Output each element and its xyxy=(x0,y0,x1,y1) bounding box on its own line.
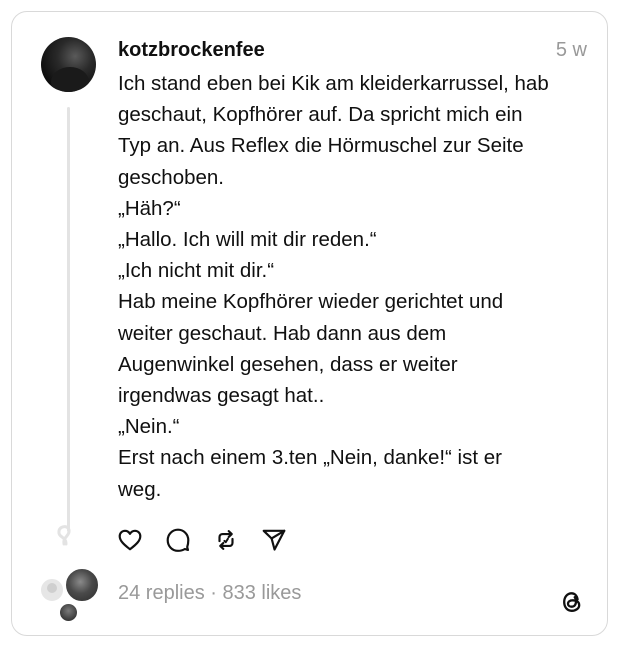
author-username[interactable]: kotzbrockenfee xyxy=(118,39,265,62)
reply-button[interactable] xyxy=(164,526,192,554)
post-card: kotzbrockenfee 5 w Ich stand eben bei Ki… xyxy=(11,11,608,636)
like-button[interactable] xyxy=(116,526,144,554)
post-line: geschaut, Kopfhörer auf. Da spricht mich… xyxy=(118,103,523,127)
heart-icon xyxy=(118,529,142,551)
post-timestamp[interactable]: 5 w xyxy=(556,39,587,62)
post-line: Hab meine Kopfhörer wieder gerichtet und xyxy=(118,290,504,314)
replier-avatar xyxy=(58,602,79,623)
thread-loop-icon xyxy=(57,525,71,546)
thread-line xyxy=(67,107,70,532)
comment-icon xyxy=(166,528,190,552)
post-line: Erst nach einem 3.ten „Nein, danke!“ ist… xyxy=(118,446,502,470)
post-line: „Ich nicht mit dir.“ xyxy=(118,259,275,283)
send-icon xyxy=(262,529,286,551)
replier-avatars[interactable] xyxy=(37,564,102,624)
post-line: geschoben. xyxy=(118,165,225,189)
repost-button[interactable] xyxy=(212,526,240,554)
replier-avatar xyxy=(39,577,65,603)
post-line: weiter geschaut. Hab dann aus dem xyxy=(118,321,447,345)
author-avatar[interactable] xyxy=(41,37,96,92)
post-line: Typ an. Aus Reflex die Hörmuschel zur Se… xyxy=(118,134,524,158)
share-button[interactable] xyxy=(260,526,288,554)
post-line: „Nein.“ xyxy=(118,415,180,439)
post-line: irgendwas gesagt hat.. xyxy=(118,384,325,408)
post-line: Ich stand eben bei Kik am kleiderkarruss… xyxy=(118,72,549,95)
threads-logo-icon[interactable] xyxy=(560,589,584,615)
post-text: Ich stand eben bei Kik am kleiderkarruss… xyxy=(118,68,598,505)
post-stats[interactable]: 24 replies · 833 likes xyxy=(118,582,301,605)
repost-icon xyxy=(218,530,234,550)
replier-avatar xyxy=(64,567,100,603)
post-line: weg. xyxy=(118,477,162,501)
post-line: Augenwinkel gesehen, dass er weiter xyxy=(118,352,458,376)
post-line: „Hallo. Ich will mit dir reden.“ xyxy=(118,228,377,252)
post-actions xyxy=(116,525,308,555)
post-line: „Häh?“ xyxy=(118,196,181,220)
